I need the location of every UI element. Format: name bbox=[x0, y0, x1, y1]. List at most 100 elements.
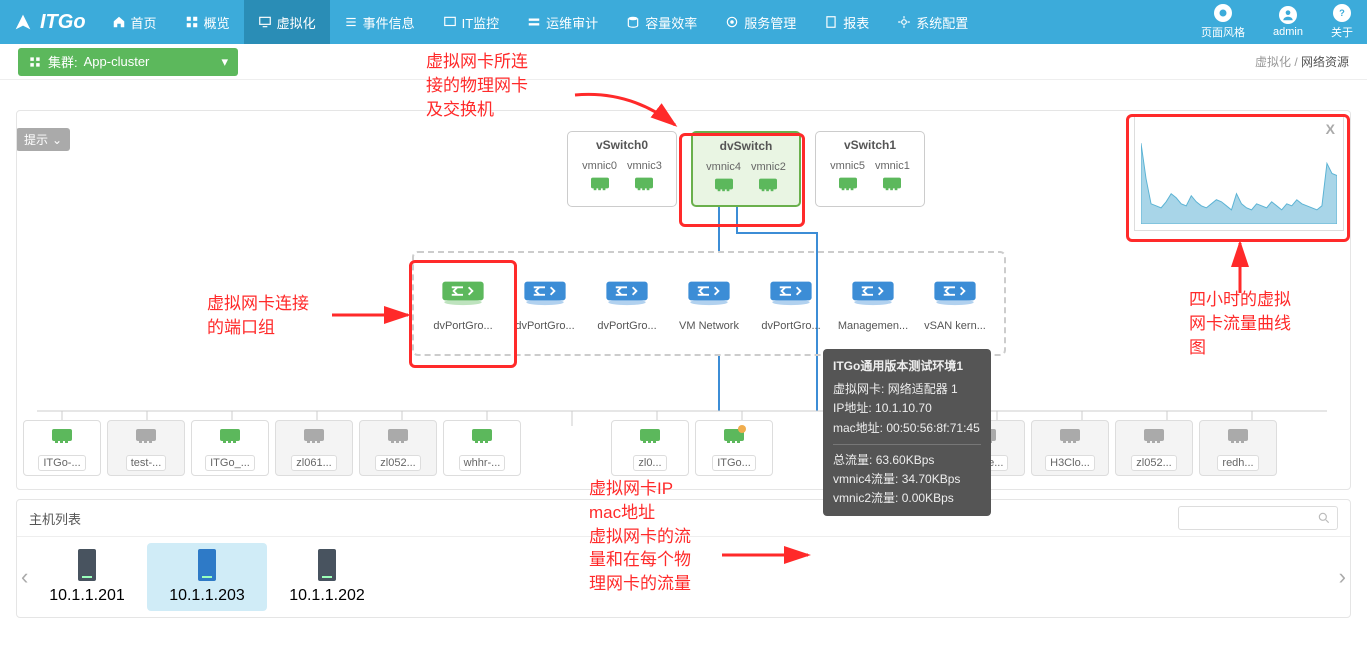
monitor-icon bbox=[258, 15, 272, 29]
port-icon bbox=[638, 425, 662, 445]
port-icon bbox=[302, 425, 326, 445]
port-icon bbox=[881, 174, 903, 192]
switch-icon bbox=[850, 276, 896, 306]
nav-item-screen[interactable]: IT监控 bbox=[429, 0, 514, 44]
home-icon bbox=[112, 15, 126, 29]
switch-vSwitch0[interactable]: vSwitch0vmnic0vmnic3 bbox=[567, 131, 677, 207]
portgroups-box: dvPortGro...dvPortGro...dvPortGro...VM N… bbox=[412, 251, 1006, 356]
screen-icon bbox=[443, 15, 457, 29]
switch-icon bbox=[768, 276, 814, 306]
port-icon bbox=[218, 425, 242, 445]
prev-arrow-icon[interactable]: ‹ bbox=[21, 564, 28, 590]
server-icon bbox=[78, 549, 96, 581]
portgroup-item[interactable]: vSAN kern... bbox=[915, 276, 995, 332]
nic-card[interactable]: zl052... bbox=[359, 420, 437, 476]
nic-card[interactable]: redh... bbox=[1199, 420, 1277, 476]
nav-item-monitor[interactable]: 虚拟化 bbox=[244, 0, 330, 44]
nav-item-service[interactable]: 服务管理 bbox=[711, 0, 810, 44]
nav-items: 首页概览虚拟化事件信息IT监控运维审计容量效率服务管理报表系统配置 bbox=[98, 0, 983, 44]
service-icon bbox=[725, 15, 739, 29]
report-icon bbox=[824, 15, 838, 29]
host-item[interactable]: 10.1.1.203 bbox=[147, 543, 267, 611]
cluster-prefix: 集群: bbox=[48, 52, 78, 71]
server-icon bbox=[318, 549, 336, 581]
nic-card[interactable]: zl061... bbox=[275, 420, 353, 476]
logo-text: ITGo bbox=[40, 11, 86, 34]
portgroup-item[interactable]: VM Network bbox=[669, 276, 749, 332]
nic-row: ITGo-...test-...ITGo_...zl061...zl052...… bbox=[17, 413, 1350, 483]
nav-item-report[interactable]: 报表 bbox=[810, 0, 883, 44]
nav-right-palette[interactable]: 页面风格 bbox=[1187, 4, 1259, 40]
portgroup-item[interactable]: dvPortGro... bbox=[587, 276, 667, 332]
host-item[interactable]: 10.1.1.202 bbox=[267, 543, 387, 611]
portgroup-item[interactable]: dvPortGro... bbox=[751, 276, 831, 332]
nic-card[interactable]: H3Clo... bbox=[1031, 420, 1109, 476]
search-icon bbox=[1317, 511, 1331, 525]
portgroup-item[interactable]: Managemen... bbox=[833, 276, 913, 332]
tooltip-title: ITGo通用版本测试环境1 bbox=[833, 357, 981, 376]
cluster-select[interactable]: 集群: App-cluster ▾ bbox=[18, 48, 238, 76]
nav-right-help[interactable]: ?关于 bbox=[1317, 4, 1367, 40]
next-arrow-icon[interactable]: › bbox=[1339, 564, 1346, 590]
top-nav: ITGo 首页概览虚拟化事件信息IT监控运维审计容量效率服务管理报表系统配置 页… bbox=[0, 0, 1367, 44]
nav-right: 页面风格admin?关于 bbox=[1187, 0, 1367, 44]
port-icon bbox=[837, 174, 859, 192]
nav-item-audit[interactable]: 运维审计 bbox=[513, 0, 612, 44]
nic-card[interactable]: ITGo_... bbox=[191, 420, 269, 476]
audit-icon bbox=[527, 15, 541, 29]
palette-icon bbox=[1214, 4, 1232, 22]
nav-item-gear[interactable]: 系统配置 bbox=[883, 0, 982, 44]
port-icon bbox=[757, 175, 779, 193]
switch-icon bbox=[440, 276, 486, 306]
nic-card[interactable]: ITGo-... bbox=[23, 420, 101, 476]
nav-right-user[interactable]: admin bbox=[1259, 6, 1317, 38]
nav-item-list[interactable]: 事件信息 bbox=[330, 0, 429, 44]
port-icon bbox=[713, 175, 735, 193]
port-icon bbox=[1226, 425, 1250, 445]
search-input[interactable] bbox=[1178, 506, 1338, 530]
grid-icon bbox=[185, 15, 199, 29]
host-item[interactable]: 10.1.1.201 bbox=[27, 543, 147, 611]
nic-tooltip: ITGo通用版本测试环境1 虚拟网卡: 网络适配器 1 IP地址: 10.1.1… bbox=[823, 349, 991, 516]
port-icon bbox=[470, 425, 494, 445]
gear-icon bbox=[897, 15, 911, 29]
server-icon bbox=[198, 549, 216, 581]
nic-card[interactable]: test-... bbox=[107, 420, 185, 476]
nav-item-home[interactable]: 首页 bbox=[98, 0, 171, 44]
switch-icon bbox=[932, 276, 978, 306]
cluster-icon bbox=[28, 55, 42, 69]
host-list: 主机列表 ‹ › 10.1.1.20110.1.1.20310.1.1.202 bbox=[16, 499, 1351, 618]
port-icon bbox=[1058, 425, 1082, 445]
portgroup-item[interactable]: dvPortGro... bbox=[423, 276, 503, 332]
switch-icon bbox=[686, 276, 732, 306]
traffic-chart: X bbox=[1134, 116, 1344, 231]
port-icon bbox=[50, 425, 74, 445]
logo-icon bbox=[12, 11, 34, 33]
nav-item-db[interactable]: 容量效率 bbox=[612, 0, 711, 44]
breadcrumb: 虚拟化 / 网络资源 bbox=[1255, 53, 1349, 70]
nic-card[interactable]: whhr-... bbox=[443, 420, 521, 476]
port-icon bbox=[134, 425, 158, 445]
switch-vSwitch1[interactable]: vSwitch1vmnic5vmnic1 bbox=[815, 131, 925, 207]
user-icon bbox=[1279, 6, 1297, 24]
close-icon[interactable]: X bbox=[1326, 121, 1335, 137]
switch-icon bbox=[604, 276, 650, 306]
port-icon bbox=[386, 425, 410, 445]
list-icon bbox=[344, 15, 358, 29]
nic-card[interactable]: ITGo... bbox=[695, 420, 773, 476]
nic-card[interactable]: zl0... bbox=[611, 420, 689, 476]
host-list-header: 主机列表 bbox=[17, 500, 1350, 537]
port-icon bbox=[1142, 425, 1166, 445]
nav-item-grid[interactable]: 概览 bbox=[171, 0, 244, 44]
cluster-name: App-cluster bbox=[84, 54, 150, 69]
switches-row: vSwitch0vmnic0vmnic3dvSwitchvmnic4vmnic2… bbox=[567, 131, 925, 207]
topology-canvas: vSwitch0vmnic0vmnic3dvSwitchvmnic4vmnic2… bbox=[16, 110, 1351, 490]
switch-dvSwitch[interactable]: dvSwitchvmnic4vmnic2 bbox=[691, 131, 801, 207]
host-list-title: 主机列表 bbox=[29, 509, 81, 528]
nic-card[interactable]: zl052... bbox=[1115, 420, 1193, 476]
portgroup-item[interactable]: dvPortGro... bbox=[505, 276, 585, 332]
svg-text:?: ? bbox=[1339, 8, 1345, 18]
port-icon bbox=[722, 425, 746, 445]
help-icon: ? bbox=[1333, 4, 1351, 22]
port-icon bbox=[589, 174, 611, 192]
